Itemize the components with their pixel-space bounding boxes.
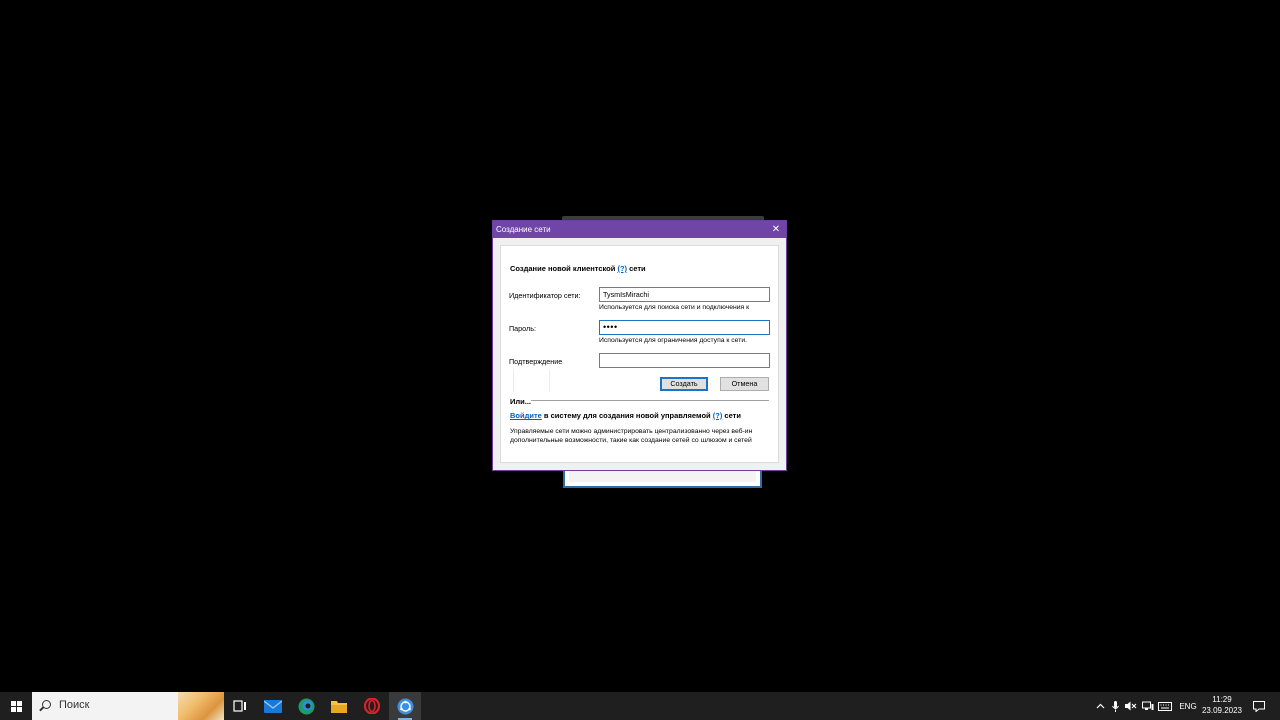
network-id-hint: Используется для поиска сети и подключен…	[599, 304, 750, 311]
file-explorer-button[interactable]	[323, 692, 355, 720]
dialog-title: Создание сети	[496, 225, 551, 234]
signin-text-end: сети	[724, 411, 741, 420]
dialog-heading: Создание новой клиентской (?) сети	[510, 264, 646, 273]
network-icon	[1142, 701, 1154, 710]
input-language-button[interactable]: ENG	[1177, 692, 1199, 720]
password-label: Пароль:	[509, 324, 536, 333]
dialog-titlebar[interactable]: Создание сети	[493, 221, 786, 238]
network-status-button[interactable]	[1141, 692, 1155, 720]
notification-icon	[1253, 700, 1265, 712]
speaker-muted-icon	[1125, 701, 1137, 711]
network-app-icon	[397, 698, 413, 714]
microphone-button[interactable]	[1109, 692, 1121, 720]
or-label: Или...	[510, 397, 532, 406]
file-explorer-icon	[331, 700, 347, 713]
background-window-bottom	[563, 468, 762, 488]
microphone-icon	[1111, 700, 1119, 712]
mail-icon	[264, 699, 282, 713]
search-placeholder: Поиск	[59, 699, 90, 711]
heading-text: Создание новой клиентской	[510, 264, 616, 273]
opera-app-button[interactable]	[356, 692, 388, 720]
network-id-label: Идентификатор сети:	[509, 291, 581, 300]
confirm-password-input[interactable]	[599, 353, 770, 368]
show-hidden-icons-button[interactable]	[1093, 692, 1107, 720]
password-hint: Используется для ограничения доступа к с…	[599, 337, 748, 344]
taskbar: Поиск ENG 11:29 23.09.2023	[0, 692, 1280, 720]
password-input[interactable]: ••••	[599, 320, 770, 335]
separator	[510, 400, 769, 401]
task-view-button[interactable]	[224, 692, 256, 720]
mail-app-button[interactable]	[257, 692, 289, 720]
edge-icon	[298, 698, 314, 714]
close-button[interactable]: ✕	[770, 221, 782, 238]
keyboard-icon	[1158, 701, 1172, 711]
signin-line: Войдите в систему для создания новой упр…	[510, 411, 741, 420]
edge-app-button[interactable]	[290, 692, 322, 720]
signin-text: в систему для создания новой управляемой	[543, 411, 711, 420]
desktop: Создание сети ✕ Создание новой клиентско…	[0, 0, 1280, 692]
signin-help-link[interactable]: (?)	[713, 411, 723, 420]
search-icon	[42, 700, 51, 709]
close-icon: ✕	[771, 224, 781, 235]
clock[interactable]: 11:29 23.09.2023	[1200, 694, 1244, 716]
chevron-up-icon	[1096, 703, 1104, 709]
heading-help-link[interactable]: (?)	[617, 264, 627, 273]
cancel-button[interactable]: Отмена	[720, 377, 769, 391]
create-button[interactable]: Создать	[660, 377, 708, 391]
heading-suffix: сети	[629, 264, 646, 273]
create-network-dialog: Создание сети ✕ Создание новой клиентско…	[492, 220, 787, 471]
network-app-button[interactable]	[389, 692, 421, 720]
volume-button[interactable]	[1124, 692, 1138, 720]
start-button[interactable]	[0, 692, 32, 720]
opera-icon	[364, 698, 380, 714]
ghost-divider	[513, 370, 514, 392]
touch-keyboard-button[interactable]	[1157, 692, 1173, 720]
clock-date: 23.09.2023	[1201, 706, 1243, 715]
action-center-button[interactable]	[1250, 692, 1268, 720]
confirm-label: Подтверждение	[509, 357, 563, 366]
network-id-input[interactable]: TysmIsMirachi	[599, 287, 770, 302]
description-line-2: дополнительные возможности, такие как со…	[510, 436, 752, 444]
search-highlight-image	[178, 692, 224, 720]
signin-link[interactable]: Войдите	[510, 411, 542, 420]
task-view-icon	[233, 700, 246, 712]
ghost-divider	[549, 370, 550, 392]
clock-time: 11:29	[1212, 695, 1232, 704]
description-line-1: Управляемые сети можно администрировать …	[510, 428, 753, 435]
taskbar-search-box[interactable]: Поиск	[32, 692, 224, 720]
managed-network-description: Управляемые сети можно администрировать …	[510, 428, 772, 445]
dialog-body: Создание новой клиентской (?) сети Идент…	[500, 245, 779, 463]
